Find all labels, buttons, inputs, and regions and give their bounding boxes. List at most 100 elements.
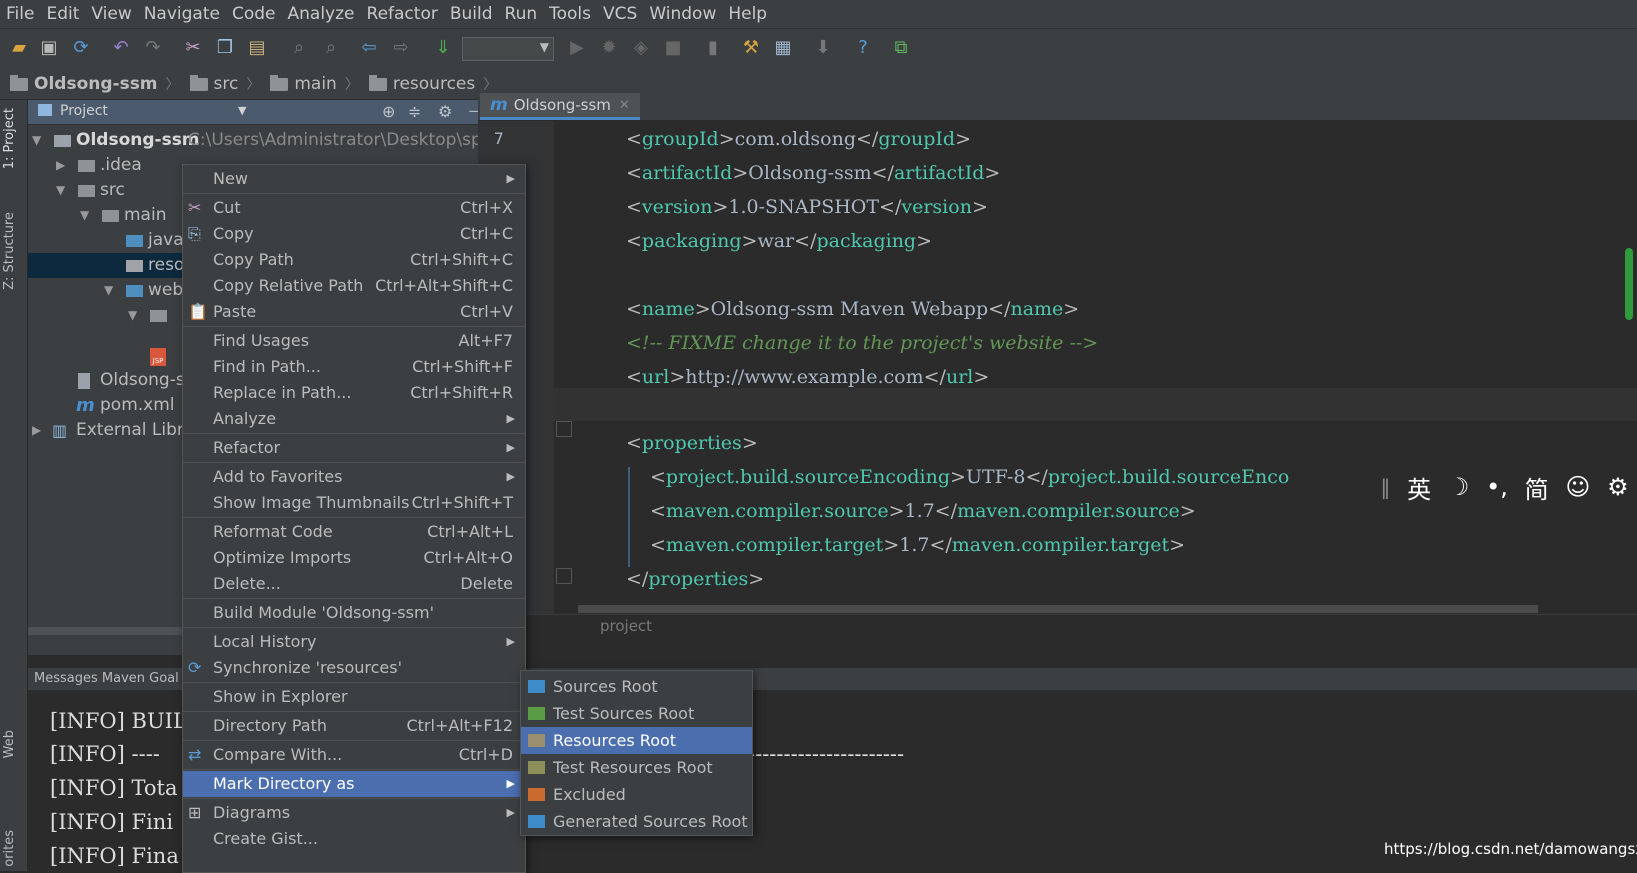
menu-item-build-module[interactable]: Build Module 'Oldsong-ssm' <box>183 600 525 626</box>
menu-analyze[interactable]: Analyze <box>282 0 361 28</box>
breadcrumb-item-project[interactable]: Oldsong-ssm 〉 <box>10 74 180 94</box>
chevron-down-icon[interactable]: ▼ <box>238 104 246 117</box>
code-editor[interactable]: 7 <groupId>com.oldsong</groupId> <artifa… <box>478 121 1637 614</box>
gear-icon[interactable]: ⚙ <box>1607 473 1629 501</box>
menu-item-new[interactable]: New ▶ <box>183 166 525 192</box>
debug-icon[interactable]: ✹ <box>598 37 620 59</box>
menu-item-delete[interactable]: Delete... Delete <box>183 571 525 597</box>
web-tool-tab[interactable]: Web <box>2 730 17 758</box>
replace-icon[interactable]: ⌕ <box>320 37 342 59</box>
gear-icon[interactable]: ⚙ <box>438 102 452 121</box>
menu-item-analyze[interactable]: Analyze ▶ <box>183 406 525 432</box>
run-config-dropdown[interactable]: ▼ <box>462 37 554 61</box>
menu-item-show-in-explorer[interactable]: Show in Explorer <box>183 684 525 710</box>
menu-item-copy[interactable]: ⎘ Copy Ctrl+C <box>183 221 525 247</box>
fold-icon[interactable] <box>556 421 572 437</box>
menu-item-mark-directory-as[interactable]: Mark Directory as ▶ <box>183 771 525 797</box>
menu-item-copy-relative-path[interactable]: Copy Relative Path Ctrl+Alt+Shift+C <box>183 273 525 299</box>
breadcrumb-item-resources[interactable]: resources 〉 <box>368 74 497 94</box>
settings-icon[interactable]: ⚒ <box>740 37 762 59</box>
run-icon[interactable]: ▶ <box>566 37 588 59</box>
fold-icon[interactable] <box>556 568 572 584</box>
sync-icon[interactable]: ⟳ <box>70 37 92 59</box>
sdk-icon[interactable]: ⬇ <box>812 37 834 59</box>
project-structure-icon[interactable]: ▦ <box>772 37 794 59</box>
menu-code[interactable]: Code <box>226 0 282 28</box>
stop-icon[interactable]: ■ <box>662 37 684 59</box>
menu-item-diagrams[interactable]: ⊞ Diagrams ▶ <box>183 800 525 826</box>
menu-item-compare-with[interactable]: ⇄ Compare With... Ctrl+D <box>183 742 525 768</box>
close-icon[interactable]: ✕ <box>619 98 630 113</box>
plugins-icon[interactable]: ⧉ <box>890 37 912 59</box>
paste-icon[interactable]: ▤ <box>246 37 268 59</box>
copy-icon[interactable]: ❐ <box>214 37 236 59</box>
menu-item-optimize-imports[interactable]: Optimize Imports Ctrl+Alt+O <box>183 545 525 571</box>
menu-item-paste[interactable]: 📋 Paste Ctrl+V <box>183 299 525 325</box>
menu-view[interactable]: View <box>85 0 137 28</box>
emoji-icon[interactable]: ☺ <box>1565 473 1590 501</box>
menu-item-show-image-thumbnails[interactable]: Show Image Thumbnails Ctrl+Shift+T <box>183 490 525 516</box>
menu-tools[interactable]: Tools <box>543 0 597 28</box>
tree-item-project-root[interactable]: ▼ Oldsong-ssm C:\Users\Administrator\Des… <box>28 128 522 153</box>
menu-build[interactable]: Build <box>444 0 499 28</box>
menu-item-replace-in-path[interactable]: Replace in Path... Ctrl+Shift+R <box>183 380 525 406</box>
redo-icon[interactable]: ↷ <box>142 37 164 59</box>
menu-run[interactable]: Run <box>499 0 544 28</box>
breadcrumb-item-main[interactable]: main 〉 <box>270 74 359 94</box>
menu-file[interactable]: File <box>0 0 40 28</box>
menu-edit[interactable]: Edit <box>40 0 85 28</box>
open-icon[interactable]: ▰ <box>8 37 30 59</box>
cut-icon[interactable]: ✂ <box>182 37 204 59</box>
menu-item-directory-path[interactable]: Directory Path Ctrl+Alt+F12 <box>183 713 525 739</box>
messages-panel-title[interactable]: Messages Maven Goal <box>34 671 179 686</box>
find-icon[interactable]: ⌕ <box>288 37 310 59</box>
menu-item-refactor[interactable]: Refactor ▶ <box>183 435 525 461</box>
menu-item-find-in-path[interactable]: Find in Path... Ctrl+Shift+F <box>183 354 525 380</box>
drag-handle-icon[interactable]: ‖ <box>1380 475 1390 499</box>
favorites-tool-tab[interactable]: orites <box>2 830 17 867</box>
menu-item-copy-path[interactable]: Copy Path Ctrl+Shift+C <box>183 247 525 273</box>
ime-simplified-toggle[interactable]: 简 <box>1525 470 1549 505</box>
undo-icon[interactable]: ↶ <box>110 37 132 59</box>
forward-icon[interactable]: ⇨ <box>390 37 412 59</box>
menu-navigate[interactable]: Navigate <box>138 0 226 28</box>
submenu-item-excluded[interactable]: Excluded <box>521 781 752 808</box>
help-icon[interactable]: ? <box>852 37 874 59</box>
save-icon[interactable]: ▣ <box>38 37 60 59</box>
menu-vcs[interactable]: VCS <box>597 0 643 28</box>
structure-tool-tab[interactable]: Z: Structure <box>2 212 17 290</box>
punctuation-icon[interactable]: •, <box>1486 473 1508 501</box>
submenu-item-resources-root[interactable]: Resources Root <box>521 727 752 754</box>
editor-breadcrumb-project[interactable]: project <box>600 617 652 635</box>
menu-item-create-gist[interactable]: Create Gist... <box>183 826 525 852</box>
submenu-item-test-sources-root[interactable]: Test Sources Root <box>521 700 752 727</box>
menu-help[interactable]: Help <box>722 0 773 28</box>
submenu-item-test-resources-root[interactable]: Test Resources Root <box>521 754 752 781</box>
coverage-icon[interactable]: ◈ <box>630 37 652 59</box>
locate-icon[interactable]: ⊕ <box>382 102 395 121</box>
menu-item-reformat-code[interactable]: Reformat Code Ctrl+Alt+L <box>183 519 525 545</box>
submenu-item-generated-sources-root[interactable]: Generated Sources Root <box>521 808 752 835</box>
compare-icon: ⇄ <box>188 745 202 764</box>
menu-item-add-to-favorites[interactable]: Add to Favorites ▶ <box>183 464 525 490</box>
menu-item-find-usages[interactable]: Find Usages Alt+F7 <box>183 328 525 354</box>
back-icon[interactable]: ⇦ <box>358 37 380 59</box>
editor-horizontal-scrollbar[interactable] <box>578 605 1538 613</box>
project-tool-tab[interactable]: 1: Project <box>2 108 17 169</box>
menu-refactor[interactable]: Refactor <box>361 0 444 28</box>
make-icon[interactable]: ⇓ <box>432 37 454 59</box>
editor-scrollbar-marker[interactable] <box>1625 248 1633 320</box>
project-panel-title[interactable]: Project <box>60 103 108 119</box>
moon-icon[interactable]: ☽ <box>1448 473 1470 501</box>
menu-item-cut[interactable]: ✂ Cut Ctrl+X <box>183 195 525 221</box>
menu-window[interactable]: Window <box>643 0 722 28</box>
maven-icon: m <box>76 395 95 416</box>
vcs-icon[interactable]: ▮ <box>702 37 724 59</box>
menu-item-synchronize[interactable]: ⟳ Synchronize 'resources' <box>183 655 525 681</box>
submenu-item-sources-root[interactable]: Sources Root <box>521 673 752 700</box>
breadcrumb-item-src[interactable]: src 〉 <box>189 74 260 94</box>
ime-language-toggle[interactable]: 英 <box>1407 470 1431 505</box>
editor-tab-pom[interactable]: m Oldsong-ssm ✕ <box>480 93 640 120</box>
menu-item-local-history[interactable]: Local History ▶ <box>183 629 525 655</box>
collapse-all-icon[interactable]: ≑ <box>408 102 421 121</box>
